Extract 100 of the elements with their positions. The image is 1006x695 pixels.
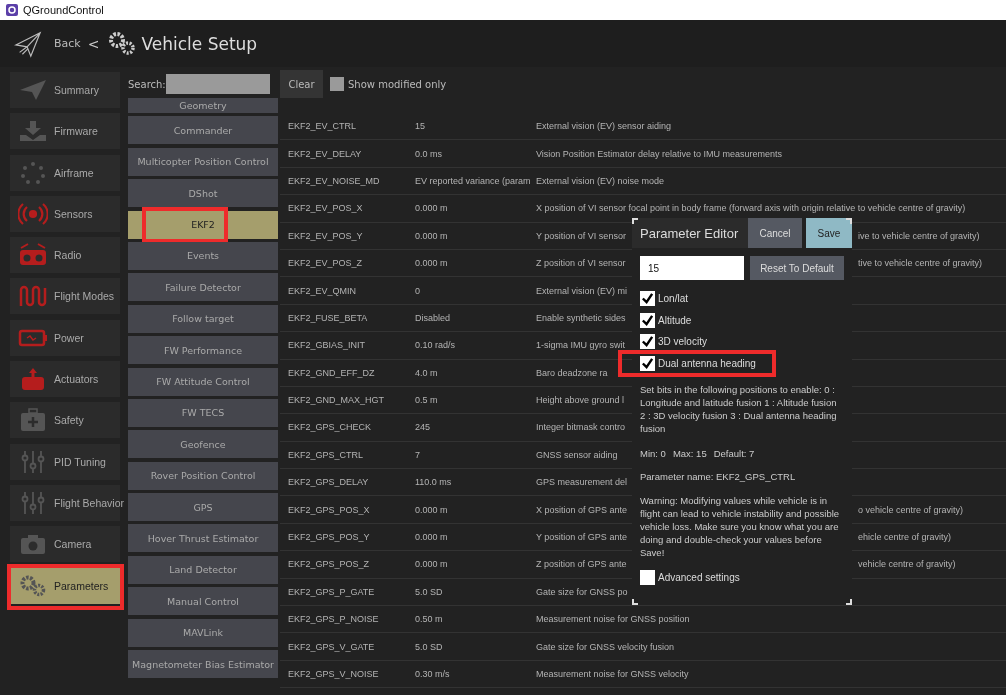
- gears-icon: [18, 573, 48, 598]
- group-button[interactable]: Geometry: [128, 98, 278, 113]
- reset-button[interactable]: Reset To Default: [750, 256, 844, 280]
- sidebar-item[interactable]: Sensors: [10, 195, 120, 232]
- sidebar-item[interactable]: Safety: [10, 402, 120, 439]
- save-button[interactable]: Save: [806, 218, 852, 248]
- parameter-value: 0.000 m: [415, 230, 449, 241]
- parameter-name: EKF2_EV_POS_Z: [287, 258, 364, 269]
- sidebar-item[interactable]: PID Tuning: [10, 443, 120, 480]
- parameter-name: EKF2_GBIAS_INIT: [287, 340, 367, 351]
- wave-icon: [18, 284, 48, 309]
- breadcrumb-separator: <: [87, 35, 100, 52]
- parameter-description: External vision (EV) mi: [536, 285, 629, 296]
- parameter-name-text: Parameter name: EKF2_GPS_CTRL: [640, 469, 797, 483]
- parameter-value: 0.5 m: [415, 395, 439, 406]
- group-button[interactable]: Manual Control: [128, 587, 278, 616]
- search-label: Search:: [128, 78, 166, 90]
- parameter-name: EKF2_EV_DELAY: [287, 148, 363, 159]
- parameter-name: EKF2_GPS_V_NOISE: [287, 669, 380, 679]
- sidebar-item[interactable]: Firmware: [10, 113, 120, 150]
- back-link[interactable]: Back: [54, 37, 81, 50]
- group-button[interactable]: Multicopter Position Control: [128, 147, 278, 176]
- group-button[interactable]: Events: [128, 241, 278, 270]
- parameter-name: EKF2_EV_NOISE_MD: [287, 175, 381, 186]
- paper-plane-icon: [18, 78, 48, 102]
- sidebar-item[interactable]: Power: [10, 319, 120, 356]
- parameter-name: EKF2_GPS_P_GATE: [287, 586, 376, 597]
- group-button[interactable]: DShot: [128, 179, 278, 208]
- parameter-value: 0.000 m: [415, 532, 449, 543]
- clear-button[interactable]: Clear: [280, 70, 323, 98]
- group-button[interactable]: Follow target: [128, 304, 278, 333]
- radio-icon: [18, 243, 48, 268]
- parameter-description: X position of GPS ante: [536, 504, 629, 515]
- window-title: QGroundControl: [23, 4, 104, 16]
- parameter-description: 1-sigma IMU gyro swit: [536, 340, 626, 351]
- download-icon: [18, 119, 48, 144]
- checkbox[interactable]: [640, 569, 655, 585]
- group-button[interactable]: GPS: [128, 493, 278, 522]
- sidebar-item[interactable]: Airframe: [10, 154, 120, 191]
- parameter-value: 0.50 m: [415, 614, 444, 625]
- parameter-name: EKF2_GPS_P_NOISE: [287, 614, 380, 625]
- checkbox[interactable]: [640, 334, 655, 350]
- parameter-description: o vehicle centre of gravity): [858, 504, 964, 515]
- sidebar-item[interactable]: Flight Modes: [10, 278, 120, 315]
- parameter-name: EKF2_EV_CTRL: [287, 121, 358, 132]
- sidebar-item[interactable]: Summary: [10, 72, 120, 108]
- parameter-description: ive to vehicle centre of gravity): [858, 230, 980, 241]
- group-button[interactable]: Rover Position Control: [128, 461, 278, 490]
- parameter-name: EKF2_GPS_V_GATE: [287, 641, 376, 652]
- parameter-description: Measurement noise for GNSS velocity: [536, 669, 689, 679]
- parameter-value: 0.30 m/s: [415, 669, 451, 679]
- sidebar-item[interactable]: Radio: [10, 237, 120, 274]
- parameter-description: Gate size for GNSS velocity fusion: [536, 641, 675, 652]
- checkbox-label: Altitude: [658, 314, 692, 326]
- sidebar-item[interactable]: Parameters: [10, 567, 120, 604]
- parameter-name: EKF2_FUSE_BETA: [287, 312, 369, 323]
- checkbox[interactable]: [640, 312, 655, 328]
- parameter-description: External vision (EV) noise mode: [536, 175, 665, 186]
- parameter-name: EKF2_GPS_DELAY: [287, 477, 370, 488]
- max-value: Max: 15: [672, 447, 707, 459]
- checkbox[interactable]: [640, 291, 655, 306]
- group-button[interactable]: Magnetometer Bias Estimator: [128, 650, 278, 679]
- parameter-description: vehicle centre of gravity): [858, 559, 956, 570]
- checkbox[interactable]: [330, 77, 344, 91]
- group-button[interactable]: EKF2: [128, 210, 278, 239]
- parameter-name: EKF2_GPS_CTRL: [287, 449, 365, 460]
- group-button[interactable]: Geofence: [128, 430, 278, 459]
- checkbox[interactable]: [640, 355, 655, 371]
- parameter-value: 0.0 ms: [415, 148, 443, 159]
- parameter-value: 7: [415, 449, 421, 460]
- parameter-name: EKF2_GPS_CHECK: [287, 422, 373, 433]
- app-icon: [6, 4, 18, 16]
- parameter-value: 110.0 ms: [415, 477, 453, 488]
- parameter-value: 4.0 m: [415, 367, 439, 378]
- group-button[interactable]: FW Performance: [128, 336, 278, 365]
- parameter-value: 245: [415, 422, 432, 433]
- parameter-description: Integer bitmask contro: [536, 422, 627, 433]
- sidebar-item[interactable]: Camera: [10, 526, 120, 563]
- parameter-description: GPS measurement del: [536, 477, 629, 488]
- dialog-title: Parameter Editor: [632, 218, 748, 248]
- cancel-button[interactable]: Cancel: [748, 218, 802, 248]
- parameter-description: GNSS sensor aiding: [536, 449, 619, 460]
- dots-ring-icon: [18, 160, 48, 185]
- group-button[interactable]: Failure Detector: [128, 273, 278, 302]
- camera-icon: [18, 532, 48, 557]
- parameter-description: Baro deadzone ra: [536, 367, 609, 378]
- value-field[interactable]: 15: [640, 256, 744, 280]
- min-value: Min: 0: [640, 447, 666, 459]
- parameter-description: X position of VI sensor focal point in body frame (forward axis with origin relative to vehicle centre of gravity): [536, 203, 966, 214]
- parameter-description: ehicle centre of gravity): [858, 532, 952, 543]
- checkbox-label: Lon/lat: [658, 293, 689, 304]
- group-button[interactable]: FW TECS: [128, 398, 278, 427]
- sidebar-item[interactable]: Actuators: [10, 361, 120, 398]
- search-field[interactable]: [166, 74, 270, 94]
- group-button[interactable]: Commander: [128, 116, 278, 145]
- group-button[interactable]: FW Attitude Control: [128, 367, 278, 396]
- group-button[interactable]: Hover Thrust Estimator: [128, 524, 278, 553]
- group-button[interactable]: Land Detector: [128, 555, 278, 584]
- group-button[interactable]: MAVLink: [128, 618, 278, 647]
- paper-plane-icon[interactable]: [14, 29, 42, 58]
